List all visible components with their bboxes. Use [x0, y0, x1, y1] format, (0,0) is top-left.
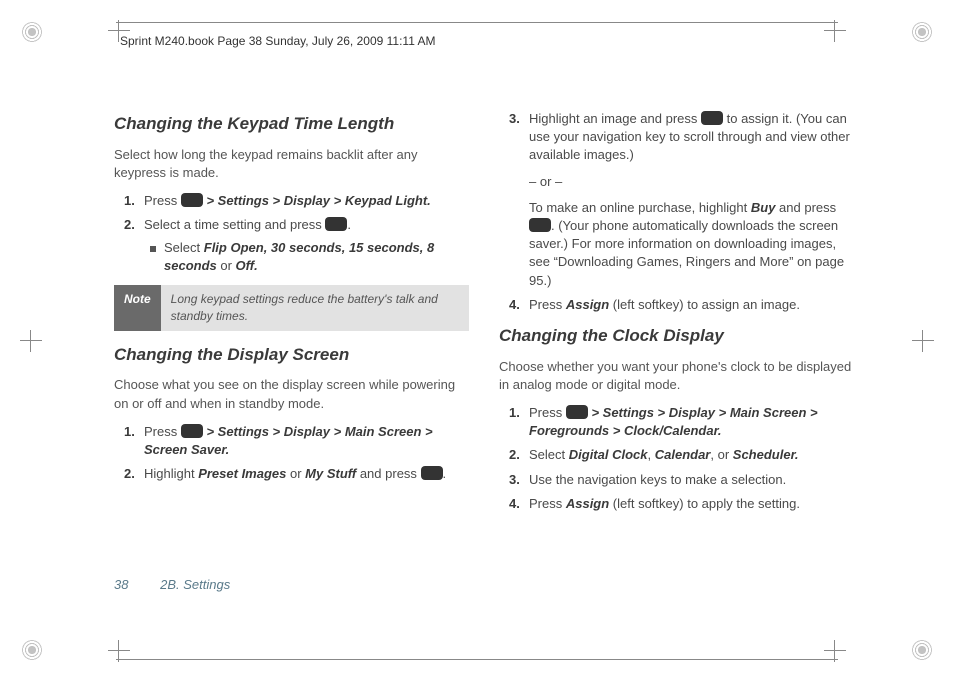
nav-path: > Settings > Display > Keypad Light.	[203, 193, 431, 208]
paragraph: Select how long the keypad remains backl…	[114, 146, 469, 182]
crop-mark-icon	[912, 330, 934, 352]
option: Digital Clock	[569, 447, 648, 462]
crop-mark-icon	[20, 330, 42, 352]
step-alt: To make an online purchase, highlight Bu…	[529, 199, 854, 290]
menu-ok-icon	[181, 193, 203, 207]
sub-text: or	[217, 258, 236, 273]
step-item: 1. Press > Settings > Display > Main Scr…	[515, 404, 854, 440]
step-text: Press	[529, 297, 566, 312]
right-column: 3. Highlight an image and press to assig…	[499, 104, 854, 612]
step-item: 1. Press > Settings > Display > Main Scr…	[130, 423, 469, 459]
option: Calendar	[655, 447, 711, 462]
step-item: 1. Press > Settings > Display > Keypad L…	[130, 192, 469, 210]
step-text: (left softkey) to assign an image.	[609, 297, 800, 312]
step-text: Press	[529, 405, 566, 420]
step-item: 2. Select Digital Clock, Calendar, or Sc…	[515, 446, 854, 464]
step-text: .	[347, 217, 351, 232]
step-item: 4. Press Assign (left softkey) to apply …	[515, 495, 854, 513]
crop-ornament-icon	[912, 640, 932, 660]
step-text: Press	[144, 193, 181, 208]
step-item: 3. Highlight an image and press to assig…	[515, 110, 854, 290]
option: Scheduler.	[733, 447, 799, 462]
page-number: 38	[114, 577, 128, 592]
softkey: Assign	[566, 496, 609, 511]
or-separator: – or –	[529, 173, 854, 191]
step-text: Select a time setting and press	[144, 217, 325, 232]
step-text: Press	[144, 424, 181, 439]
menu-ok-icon	[566, 405, 588, 419]
option-list: Flip Open, 30 seconds, 15 seconds, 8 sec…	[164, 240, 434, 273]
step-text: . (Your phone automatically downloads th…	[529, 218, 844, 288]
step-text: Highlight an image and press	[529, 111, 701, 126]
step-item: 2. Highlight Preset Images or My Stuff a…	[130, 465, 469, 483]
menu-ok-icon	[325, 217, 347, 231]
running-header: Sprint M240.book Page 38 Sunday, July 26…	[120, 33, 436, 50]
step-text: or	[286, 466, 305, 481]
menu-ok-icon	[529, 218, 551, 232]
step-item: 2. Select a time setting and press . Sel…	[130, 216, 469, 275]
crop-ornament-icon	[22, 22, 42, 42]
note-text: Long keypad settings reduce the battery'…	[161, 285, 469, 331]
step-text: and press	[775, 200, 836, 215]
sub-item: Select Flip Open, 30 seconds, 15 seconds…	[144, 239, 469, 275]
step-text: Select	[529, 447, 569, 462]
step-item: 3. Use the navigation keys to make a sel…	[515, 471, 854, 489]
menu-ok-icon	[701, 111, 723, 125]
crop-ornament-icon	[912, 22, 932, 42]
note-label: Note	[114, 285, 161, 331]
option: Off.	[236, 258, 258, 273]
step-text: Use the navigation keys to make a select…	[529, 472, 786, 487]
heading-clock-display: Changing the Clock Display	[499, 324, 854, 348]
step-text: Highlight	[144, 466, 198, 481]
option: My Stuff	[305, 466, 356, 481]
step-text: To make an online purchase, highlight	[529, 200, 751, 215]
step-text: .	[443, 466, 447, 481]
page-footer: 38 2B. Settings	[114, 576, 230, 594]
step-text: Press	[529, 496, 566, 511]
heading-display-screen: Changing the Display Screen	[114, 343, 469, 367]
menu-ok-icon	[421, 466, 443, 480]
option: Preset Images	[198, 466, 286, 481]
left-column: Changing the Keypad Time Length Select h…	[114, 104, 469, 612]
step-text: ,	[648, 447, 655, 462]
step-text: , or	[710, 447, 732, 462]
section-label: 2B. Settings	[160, 577, 230, 592]
softkey: Assign	[566, 297, 609, 312]
note-box: Note Long keypad settings reduce the bat…	[114, 285, 469, 331]
paragraph: Choose what you see on the display scree…	[114, 376, 469, 412]
step-item: 4. Press Assign (left softkey) to assign…	[515, 296, 854, 314]
paragraph: Choose whether you want your phone's clo…	[499, 358, 854, 394]
step-text: and press	[356, 466, 420, 481]
step-text: (left softkey) to apply the setting.	[609, 496, 800, 511]
heading-keypad-time: Changing the Keypad Time Length	[114, 112, 469, 136]
menu-ok-icon	[181, 424, 203, 438]
option: Buy	[751, 200, 776, 215]
sub-text: Select	[164, 240, 204, 255]
page-content: Changing the Keypad Time Length Select h…	[114, 104, 854, 612]
crop-ornament-icon	[22, 640, 42, 660]
